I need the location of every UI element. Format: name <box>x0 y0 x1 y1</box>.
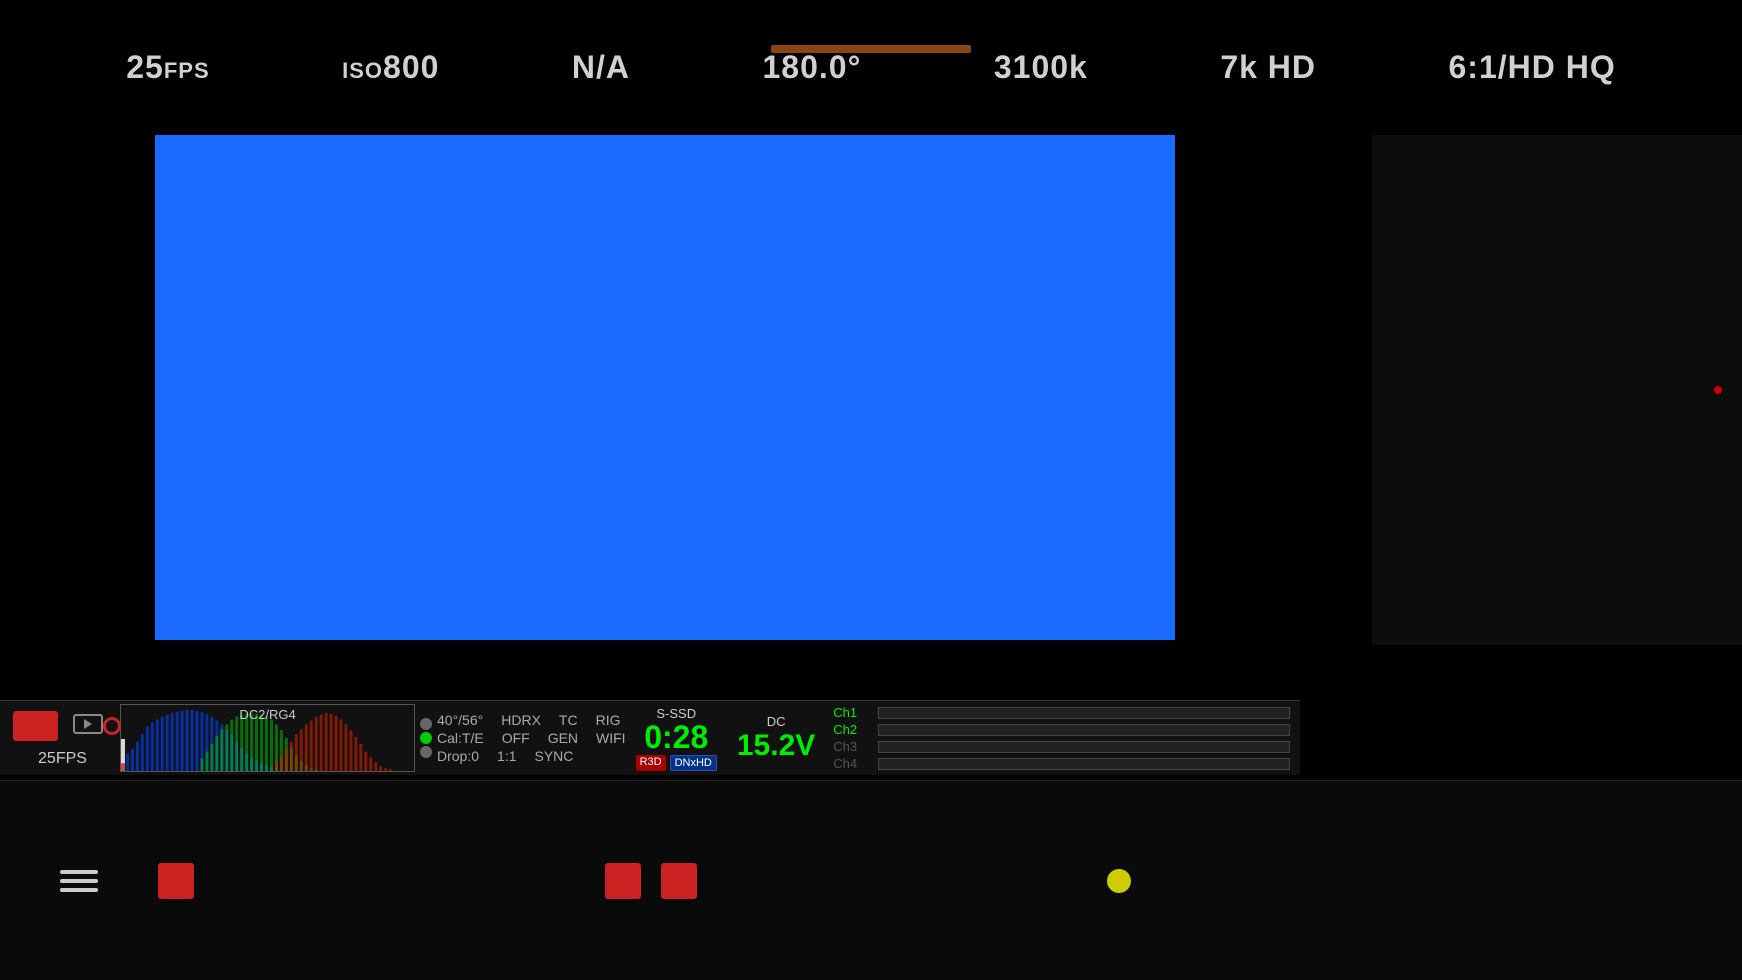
fps-value: 25 <box>126 49 164 85</box>
audio-bar-bg-2 <box>878 724 1290 736</box>
hud-shutter: 180.0° <box>762 49 861 86</box>
red-indicator-dot <box>1714 386 1722 394</box>
top-progress-bar <box>771 45 971 53</box>
tc-label: TC <box>559 712 578 728</box>
r3d-badge: R3D <box>636 755 666 771</box>
ssd-badges: R3D DNxHD <box>636 755 717 771</box>
shutter-value: 180.0° <box>762 49 861 85</box>
ch3-row: Ch3 <box>833 739 865 754</box>
ch2-row: Ch2 <box>833 722 865 737</box>
status-row-1 <box>420 718 432 730</box>
red-icon-3[interactable] <box>661 863 697 899</box>
hud-fps: 25FPS <box>126 49 209 86</box>
camera-lens-icon <box>103 717 121 735</box>
ch4-label: Ch4 <box>833 756 865 771</box>
camera-fps-label: 25FPS <box>38 750 87 768</box>
camera-viewport <box>155 135 1175 640</box>
ch3-label: Ch3 <box>833 739 865 754</box>
bottom-toolbar <box>0 780 1742 980</box>
sync-label: SYNC <box>535 748 574 764</box>
red-icon-2[interactable] <box>605 863 641 899</box>
audio-row-1 <box>878 706 1290 720</box>
ratio-label: 1:1 <box>497 748 516 764</box>
status-dots-section <box>415 718 437 758</box>
audio-row-3 <box>878 740 1290 754</box>
hud-wb: 3100k <box>994 49 1088 86</box>
audio-bar-bg-4 <box>878 758 1290 770</box>
audio-bar-bg-3 <box>878 741 1290 753</box>
histogram-title: DC2/RG4 <box>239 707 295 722</box>
ssd-counter: 0:28 <box>644 721 708 753</box>
ch2-label: Ch2 <box>833 722 865 737</box>
hdrx-label: HDRX <box>501 712 541 728</box>
dc-voltage: 15.2V <box>737 729 815 763</box>
hud-resolution: 7k HD <box>1220 49 1316 86</box>
ch1-label: Ch1 <box>833 705 865 720</box>
red-icon-1[interactable] <box>158 863 194 899</box>
info-labels-section: 40°/56° HDRX TC RIG Cal:T/E OFF GEN WIFI… <box>437 712 626 764</box>
ch1-row: Ch1 <box>833 705 865 720</box>
status-dot-3 <box>420 746 432 758</box>
codec-value: 6:1/HD HQ <box>1449 49 1616 85</box>
hud-iso: ISO800 <box>342 49 439 86</box>
info-row-3: Drop:0 1:1 SYNC <box>437 748 626 764</box>
resolution-value: 7k HD <box>1220 49 1316 85</box>
hud-codec: 6:1/HD HQ <box>1449 49 1616 86</box>
audio-levels-section <box>873 698 1295 779</box>
bottom-status-bar: 25FPS DC2/RG4 <box>0 700 1300 775</box>
cal-label: Cal:T/E <box>437 730 484 746</box>
camera-icon-section: 25FPS <box>5 709 120 768</box>
drop-label: Drop:0 <box>437 748 479 764</box>
status-dot-1 <box>420 718 432 730</box>
channel-section: Ch1 Ch2 Ch3 Ch4 <box>825 705 873 771</box>
right-panel <box>1372 135 1742 645</box>
na-value: N/A <box>572 49 630 85</box>
info-row-2: Cal:T/E OFF GEN WIFI <box>437 730 626 746</box>
wifi-label: WIFI <box>596 730 626 746</box>
status-dot-2 <box>420 732 432 744</box>
audio-row-2 <box>878 723 1290 737</box>
ssd-section: S-SSD 0:28 R3D DNxHD <box>626 706 727 771</box>
yellow-dot-indicator <box>1107 869 1131 893</box>
camera-monitor-screen: 25FPS ISO800 N/A 180.0° 3100k 7k HD 6:1/… <box>0 0 1742 980</box>
hud-na: N/A <box>572 49 630 86</box>
gen-label: GEN <box>548 730 578 746</box>
fps-unit: FPS <box>164 58 210 83</box>
iso-label: ISO <box>342 58 383 83</box>
audio-row-4 <box>878 757 1290 771</box>
dnxhd-badge: DNxHD <box>670 755 717 771</box>
iso-value: 800 <box>383 49 439 85</box>
wb-value: 3100k <box>994 49 1088 85</box>
hamburger-icon <box>60 870 98 892</box>
info-row-1: 40°/56° HDRX TC RIG <box>437 712 626 728</box>
temp-label: 40°/56° <box>437 712 483 728</box>
ch4-row: Ch4 <box>833 756 865 771</box>
dc-label: DC <box>767 714 786 729</box>
histogram-section: DC2/RG4 <box>120 704 415 772</box>
yellow-circle-icon <box>1107 869 1131 893</box>
status-row-2 <box>420 732 432 744</box>
red-square-icon-2 <box>605 863 641 899</box>
red-square-icon-1 <box>158 863 194 899</box>
top-hud: 25FPS ISO800 N/A 180.0° 3100k 7k HD 6:1/… <box>0 0 1742 135</box>
camera-body-icon <box>13 711 58 741</box>
red-square-icon-3 <box>661 863 697 899</box>
play-button[interactable] <box>73 714 103 734</box>
rig-label: RIG <box>596 712 621 728</box>
status-row-3 <box>420 746 432 758</box>
audio-bar-bg-1 <box>878 707 1290 719</box>
play-triangle-icon <box>84 719 92 729</box>
menu-icon-button[interactable] <box>60 870 98 892</box>
dc-section: DC 15.2V <box>727 714 825 763</box>
off-label: OFF <box>502 730 530 746</box>
